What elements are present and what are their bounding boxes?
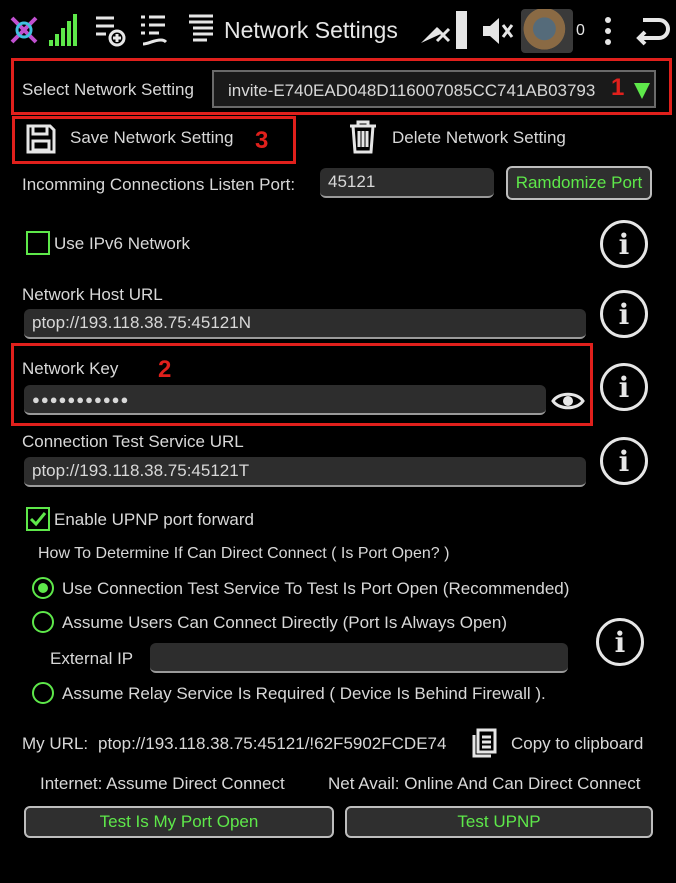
annotation-number-2: 2	[158, 356, 172, 383]
title-bar: Network Settings 0	[0, 0, 676, 62]
external-ip-label: External IP	[50, 649, 134, 668]
chevron-down-icon[interactable]	[634, 83, 650, 99]
ipv6-label: Use IPv6 Network	[54, 234, 191, 253]
copy-clipboard-button[interactable]: Copy to clipboard	[511, 734, 643, 754]
test-service-input[interactable]: ptop://193.118.38.75:45121T	[24, 457, 586, 487]
test-upnp-button[interactable]: Test UPNP	[345, 806, 653, 838]
direct-connect-heading: How To Determine If Can Direct Connect (…	[38, 545, 450, 562]
network-setting-select[interactable]: invite-E740EAD048D116007085CC741AB03793	[212, 70, 656, 108]
network-key-label: Network Key	[22, 359, 119, 378]
radio-assume-direct[interactable]	[32, 611, 54, 633]
network-key-input[interactable]: ●●●●●●●●●●●	[24, 385, 546, 415]
copy-icon[interactable]	[468, 726, 500, 760]
listen-port-input[interactable]: 45121	[320, 168, 494, 198]
internet-status: Internet: Assume Direct Connect	[40, 774, 285, 793]
divider	[456, 11, 467, 49]
radio-assume-relay[interactable]	[32, 682, 54, 704]
randomize-port-button[interactable]: Ramdomize Port	[506, 166, 652, 200]
list-hand-icon[interactable]	[136, 10, 172, 50]
external-ip-input[interactable]	[150, 643, 568, 673]
eye-icon[interactable]	[550, 386, 586, 416]
info-icon[interactable]: i	[600, 290, 648, 338]
page-title: Network Settings	[224, 17, 398, 43]
sheet-icon[interactable]	[184, 10, 220, 50]
select-network-label: Select Network Setting	[22, 80, 194, 99]
save-label: Save Network Setting	[70, 128, 234, 147]
radio-use-test-service[interactable]	[32, 577, 54, 599]
more-vert-icon[interactable]	[598, 14, 618, 48]
annotation-number-3: 3	[255, 127, 269, 154]
listen-port-label: Incomming Connections Listen Port:	[22, 175, 296, 194]
info-icon[interactable]: i	[596, 618, 644, 666]
info-icon[interactable]: i	[600, 437, 648, 485]
mute-icon[interactable]	[478, 12, 516, 50]
radio-label: Assume Relay Service Is Required ( Devic…	[62, 684, 546, 703]
my-url-label: My URL:	[22, 734, 89, 753]
back-icon[interactable]	[632, 12, 672, 50]
avatar[interactable]	[521, 9, 573, 53]
ipv6-checkbox[interactable]	[26, 231, 50, 255]
save-network-setting-button[interactable]: Save Network Setting	[24, 120, 274, 158]
upnp-checkbox[interactable]	[26, 507, 50, 531]
save-icon	[24, 122, 58, 156]
notification-count: 0	[576, 22, 585, 39]
radio-label: Assume Users Can Connect Directly (Port …	[62, 613, 507, 632]
delete-label: Delete Network Setting	[392, 128, 566, 147]
host-url-input[interactable]: ptop://193.118.38.75:45121N	[24, 309, 586, 339]
network-setting-value: invite-E740EAD048D116007085CC741AB03793	[228, 81, 596, 100]
settings-add-icon[interactable]	[92, 10, 128, 50]
info-icon[interactable]: i	[600, 363, 648, 411]
test-service-label: Connection Test Service URL	[22, 432, 244, 451]
net-avail-status: Net Avail: Online And Can Direct Connect	[328, 774, 641, 793]
my-url-value: ptop://193.118.38.75:45121/!62F5902FCDE7…	[98, 734, 447, 753]
trash-icon	[346, 118, 380, 156]
test-port-button[interactable]: Test Is My Port Open	[24, 806, 334, 838]
annotation-number-1: 1	[611, 74, 625, 101]
satellite-off-icon[interactable]	[416, 12, 454, 50]
radio-label: Use Connection Test Service To Test Is P…	[62, 579, 570, 598]
signal-bars-icon	[46, 10, 82, 50]
host-url-label: Network Host URL	[22, 285, 163, 304]
info-icon[interactable]: i	[600, 220, 648, 268]
delete-network-setting-button[interactable]: Delete Network Setting	[346, 118, 596, 158]
upnp-label: Enable UPNP port forward	[54, 510, 255, 529]
app-logo-icon[interactable]	[6, 12, 42, 48]
